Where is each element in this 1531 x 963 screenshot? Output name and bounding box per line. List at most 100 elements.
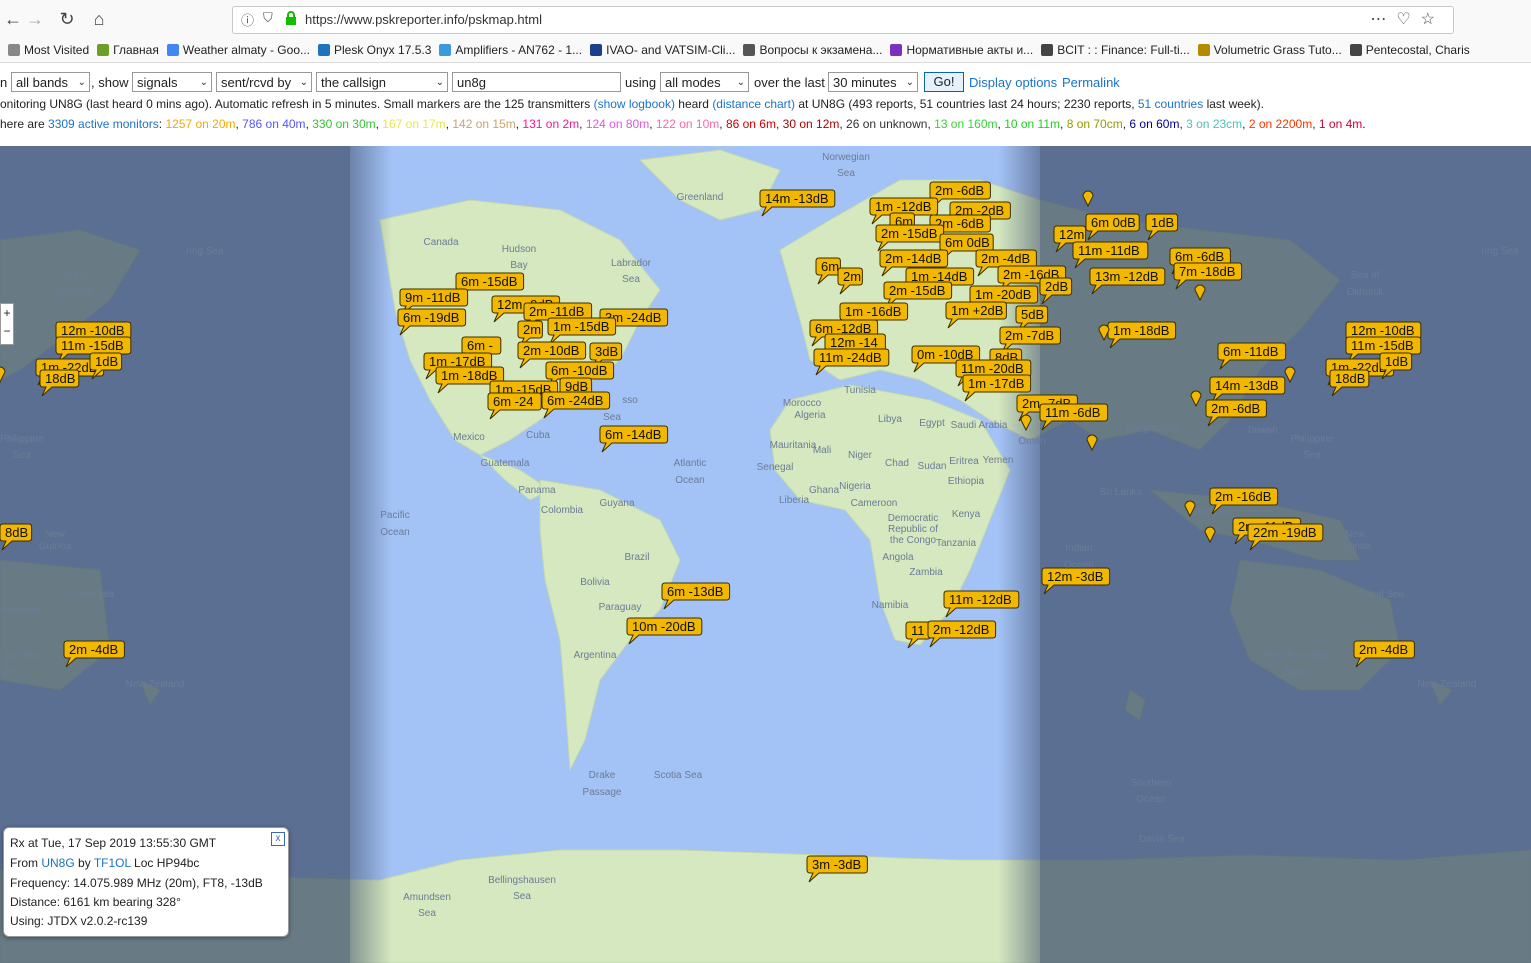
band-count: 124 on 80m	[585, 117, 650, 131]
by-callsign-link[interactable]: TF1OL	[94, 856, 131, 870]
bookmark-item[interactable]: IVAO- and VATSIM-Cli...	[590, 43, 735, 57]
map-place-label: Argentina	[574, 650, 617, 661]
tracking-shield-icon[interactable]: ⛉	[263, 10, 273, 26]
bookmark-item[interactable]: Plesk Onyx 17.5.3	[318, 43, 431, 57]
bookmark-star-icon: ☆	[1420, 11, 1445, 28]
band-select-value: all bands	[16, 75, 69, 90]
bookmark-label: Amplifiers - AN762 - 1...	[455, 43, 583, 57]
lock-icon	[286, 11, 296, 25]
bookmark-item[interactable]: Нормативные акты и...	[890, 43, 1033, 57]
mode-select-value: all modes	[665, 75, 721, 90]
bookmark-item[interactable]: Вопросы к экзамена...	[743, 43, 882, 57]
map-place-label: Philippine	[1290, 434, 1334, 445]
permalink-link[interactable]: Permalink	[1062, 75, 1120, 90]
active-monitors-link[interactable]: 3309 active monitors	[48, 117, 159, 131]
zoom-control[interactable]: + −	[0, 303, 14, 345]
marker-label: 11	[911, 623, 925, 638]
marker-label: 1dB	[1151, 215, 1174, 230]
bookmark-item[interactable]: BCIT : : Finance: Full-ti...	[1041, 43, 1190, 57]
url-text[interactable]: https://www.pskreporter.info/pskmap.html	[305, 12, 542, 27]
map-place-label: Niger	[848, 450, 873, 461]
marker-label: 1m -18dB	[441, 368, 497, 383]
bookmark-label: Most Visited	[24, 43, 90, 57]
marker-label: 2m -10dB	[523, 343, 579, 358]
target-select[interactable]: the callsign ⌄	[316, 72, 448, 92]
zoom-in-button[interactable]: +	[1, 304, 13, 322]
marker-label: 13m -12dB	[1095, 269, 1159, 284]
map-place-label: Mexico	[453, 432, 485, 443]
reload-icon[interactable]: ↻	[54, 6, 80, 32]
map-place-label: Guatemala	[481, 458, 530, 469]
bookmark-item[interactable]: Weather almaty - Goo...	[166, 43, 310, 57]
bookmark-label: Volumetric Grass Tuto...	[1213, 43, 1342, 57]
bookmark-label: Pentecostal, Charis	[1365, 43, 1470, 57]
locator: Loc HP94bc	[130, 856, 200, 870]
direction-select[interactable]: sent/rcvd by ⌄	[216, 72, 312, 92]
url-bar[interactable]: ⓘ ⛉ https://www.pskreporter.info/pskmap.…	[232, 6, 1454, 34]
map-place-label: Tanzania	[936, 538, 976, 549]
map-place-label: Sea	[418, 908, 436, 919]
marker-label: 14m -13dB	[1215, 378, 1279, 393]
monitoring-status: onitoring UN8G (last heard 0 mins ago). …	[0, 97, 1264, 111]
callsign-input[interactable]: un8g	[452, 72, 621, 92]
map-place-label: Amundsen	[403, 892, 451, 903]
show-select[interactable]: signals ⌄	[132, 72, 212, 92]
marker-label: 6m 0dB	[945, 235, 990, 250]
chevron-down-icon: ⌄	[435, 77, 444, 88]
bookmarks-toolbar: Most Visited Главная Weather almaty - Goo.…	[0, 38, 1531, 63]
map-place-label: New	[45, 529, 66, 540]
map-place-label: Sea	[513, 891, 531, 902]
map-place-label: Okhotsk	[1347, 287, 1385, 298]
band-count: 131 on 2m	[522, 117, 580, 131]
map-place-label: Passage	[583, 787, 622, 798]
controls-lead-text: n	[0, 75, 8, 90]
bookmark-item[interactable]: Amplifiers - AN762 - 1...	[439, 43, 582, 57]
bookmark-favicon-icon	[166, 44, 179, 56]
go-button[interactable]: Go!	[924, 72, 964, 92]
marker-label: 2dB	[1045, 279, 1068, 294]
map-place-label: Egypt	[919, 418, 945, 429]
bookmark-item[interactable]: Most Visited	[8, 43, 89, 57]
band-select[interactable]: all bands ⌄	[11, 72, 90, 92]
marker-label: 11m -11dB	[1078, 243, 1140, 258]
close-icon[interactable]: x	[271, 832, 285, 846]
map-place-label: Bangladesh	[1126, 423, 1179, 434]
map-place-label: Ocean	[1136, 794, 1165, 805]
distance-line: Distance: 6161 km bearing 328°	[10, 895, 181, 909]
bookmark-favicon-icon	[1197, 44, 1210, 56]
map-place-label: Sri Lanka	[1100, 487, 1143, 498]
marker-label: 6m -10dB	[551, 363, 607, 378]
home-icon[interactable]: ⌂	[86, 6, 112, 32]
map-place-label: Sea	[837, 168, 855, 179]
countries-link[interactable]: 51 countries	[1138, 97, 1203, 111]
marker-label: 11m -6dB	[1045, 405, 1100, 420]
mode-select[interactable]: all modes ⌄	[660, 72, 749, 92]
from-callsign-link[interactable]: UN8G	[41, 856, 74, 870]
distance-chart-link[interactable]: (distance chart)	[712, 97, 795, 111]
map-place-label: Senegal	[757, 462, 794, 473]
more-icon: ⋯	[1370, 11, 1397, 28]
bookmark-favicon-icon	[318, 44, 330, 56]
map-place-label: Nigeria	[839, 481, 871, 492]
map-place-label: sso	[622, 395, 638, 406]
separator: ,	[1242, 117, 1249, 131]
page-actions[interactable]: ⋯♡☆	[1370, 9, 1445, 29]
map-place-label: Ethiopia	[948, 476, 985, 487]
marker-label: 7m -18dB	[1179, 264, 1235, 279]
map-place-label: Sudan	[918, 461, 947, 472]
marker-label: 1m -17dB	[968, 376, 1024, 391]
forward-icon[interactable]: →	[22, 6, 48, 32]
info-icon[interactable]: ⓘ	[241, 10, 254, 29]
bookmark-item[interactable]: Главная	[97, 43, 159, 57]
map-place-label: Atlantic	[674, 458, 707, 469]
display-options-link[interactable]: Display options	[969, 75, 1057, 90]
show-logbook-link[interactable]: (show logbook)	[594, 97, 675, 111]
separator: ,	[1312, 117, 1319, 131]
marker-label: 2m -14dB	[885, 251, 941, 266]
zoom-out-button[interactable]: −	[1, 322, 13, 340]
map-place-label: Ocean	[380, 527, 409, 538]
bookmark-item[interactable]: Volumetric Grass Tuto...	[1197, 43, 1342, 57]
separator: ,	[1060, 117, 1067, 131]
period-select[interactable]: 30 minutes ⌄	[828, 72, 918, 92]
bookmark-item[interactable]: Pentecostal, Charis	[1349, 43, 1470, 57]
